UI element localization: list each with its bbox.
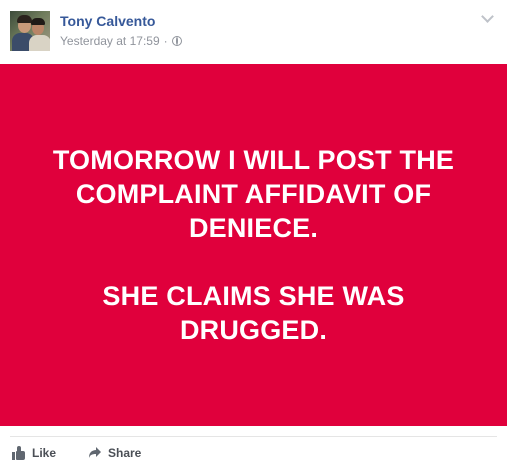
image-text-line: DENIECE. [188,213,319,243]
post-actions: Like Share [0,426,507,466]
share-arrow-icon [88,446,102,460]
author-avatar[interactable] [10,11,50,51]
like-button[interactable]: Like [12,446,56,460]
image-text-line: TOMORROW I WILL POST THE [52,145,455,175]
post-header: Tony Calvento Yesterday at 17:59 · [0,0,507,64]
meta-separator: · [163,34,168,48]
image-text-line: DRUGGED. [179,315,328,345]
image-text: TOMORROW I WILL POST THE COMPLAINT AFFID… [24,143,484,347]
post-timestamp[interactable]: Yesterday at 17:59 [60,34,160,48]
globe-icon[interactable] [171,36,182,46]
actions-divider [10,436,497,437]
post-image[interactable]: TOMORROW I WILL POST THE COMPLAINT AFFID… [0,64,507,426]
share-button[interactable]: Share [88,446,141,460]
image-text-gap [24,245,484,279]
image-text-line: COMPLAINT AFFIDAVIT OF [75,179,432,209]
facebook-post: Tony Calvento Yesterday at 17:59 · TOMOR… [0,0,507,466]
image-text-line: SHE CLAIMS SHE WAS [102,281,405,311]
share-label: Share [108,446,142,460]
author-name-link[interactable]: Tony Calvento [60,13,155,29]
thumbs-up-icon [12,446,26,460]
post-meta: Yesterday at 17:59 · [60,34,182,48]
like-label: Like [32,446,57,460]
chevron-down-icon[interactable] [481,12,493,24]
